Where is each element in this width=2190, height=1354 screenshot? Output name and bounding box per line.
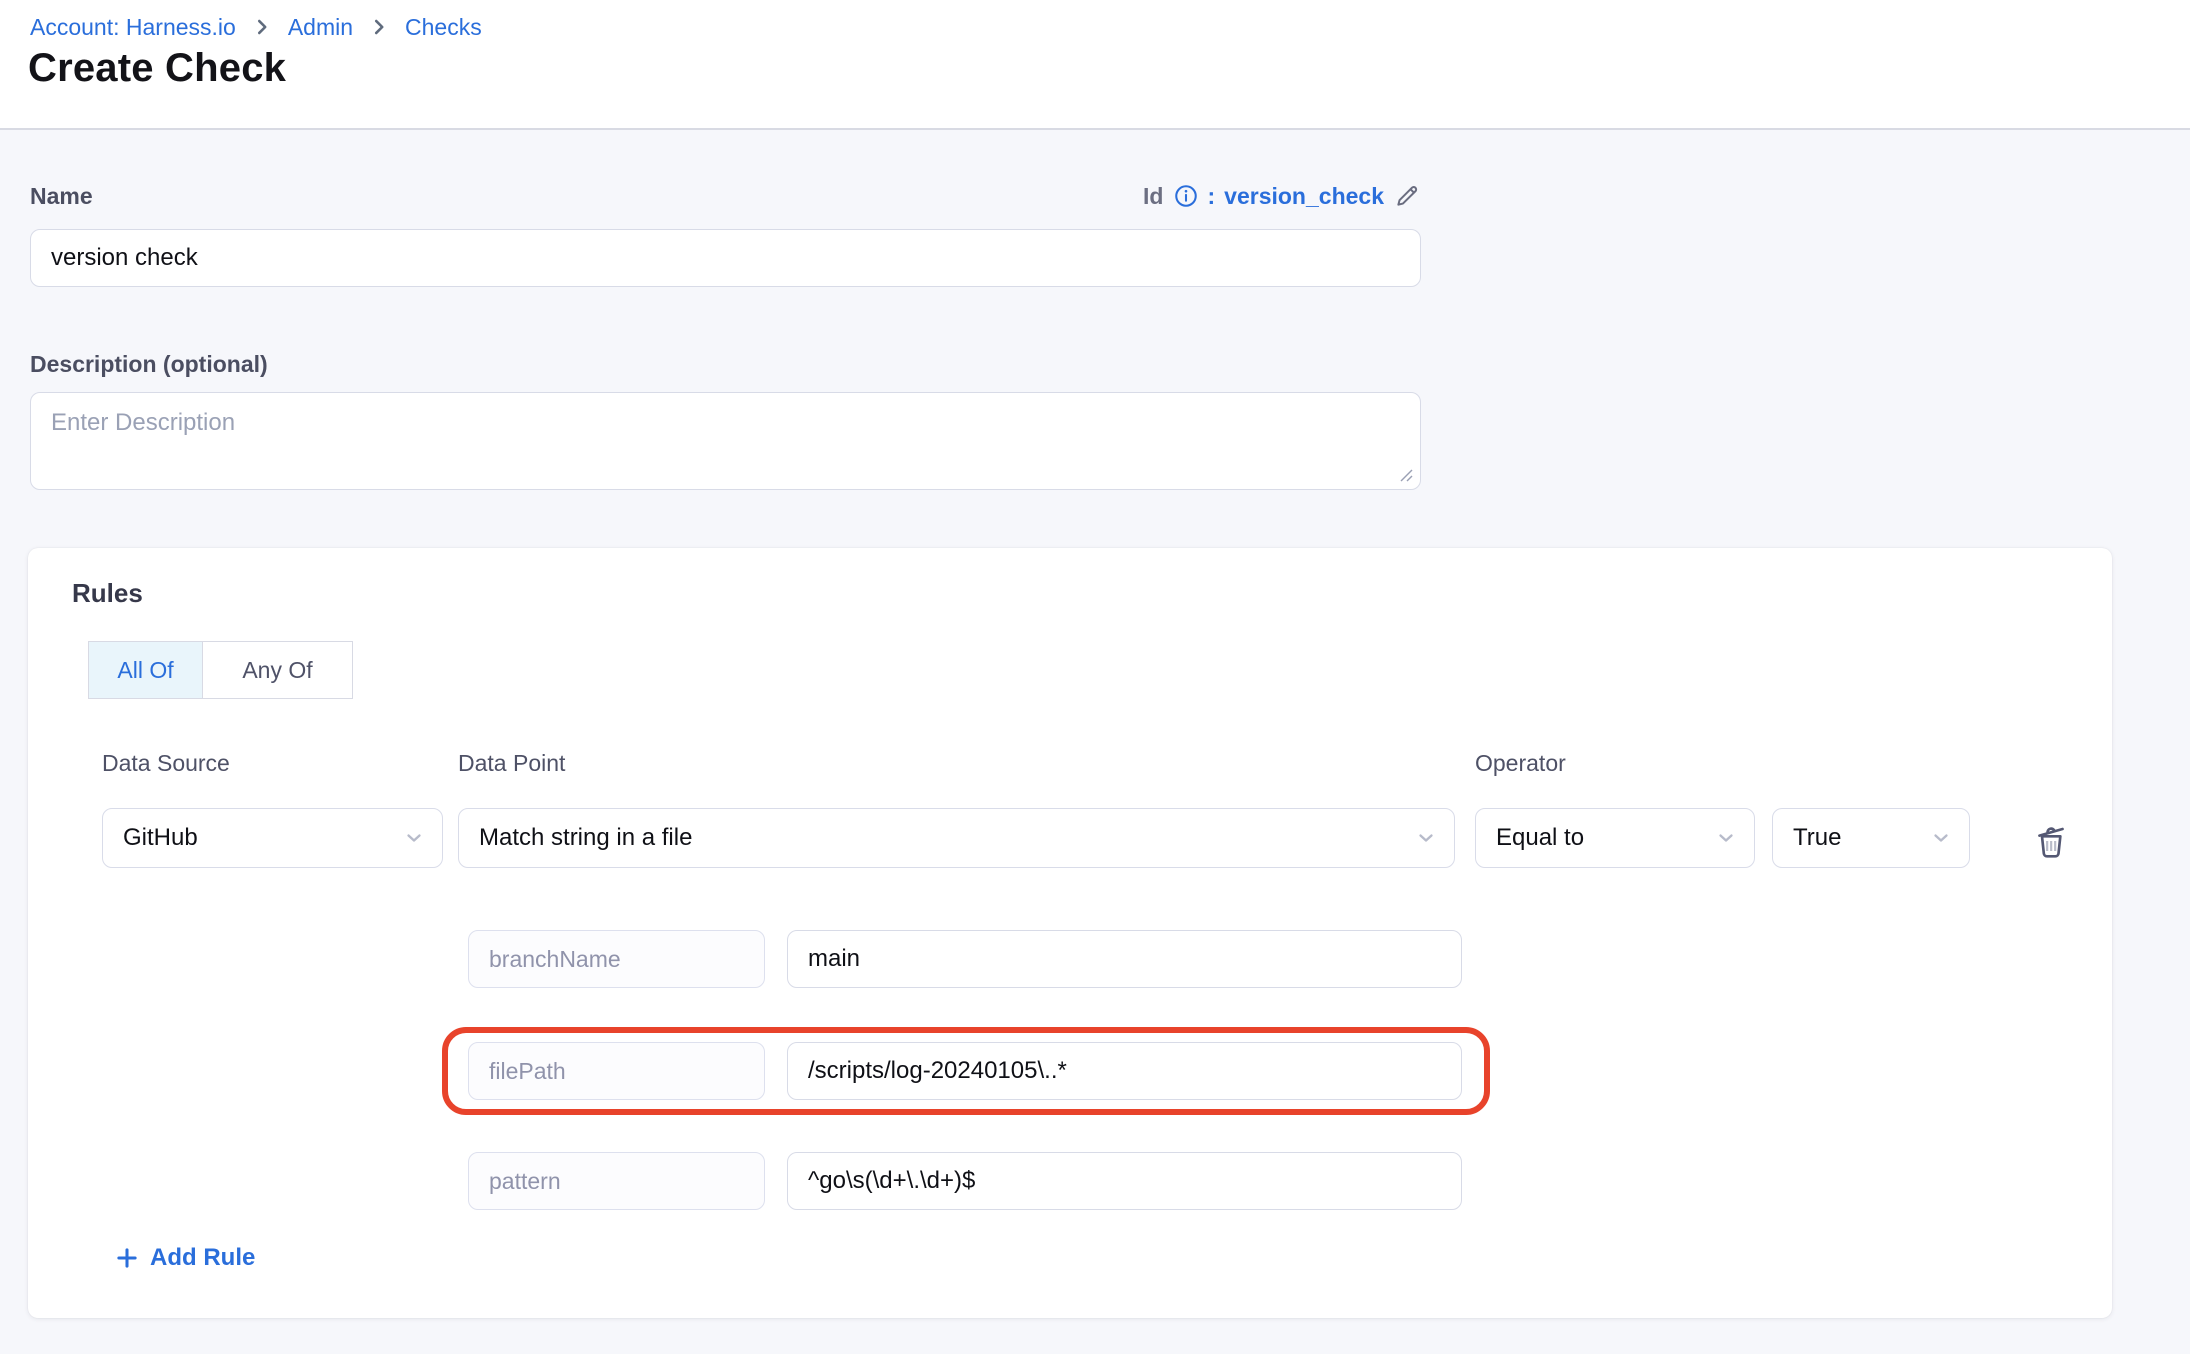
id-value-link[interactable]: version_check — [1224, 183, 1384, 210]
operator-value: Equal to — [1496, 824, 1584, 852]
param-key-pattern: pattern — [468, 1152, 765, 1210]
description-label: Description (optional) — [30, 351, 268, 378]
rules-match-toggle: All Of Any Of — [88, 641, 353, 699]
toggle-any-of[interactable]: Any Of — [203, 642, 352, 698]
breadcrumb-link-checks[interactable]: Checks — [405, 12, 482, 42]
data-point-value: Match string in a file — [479, 824, 692, 852]
param-value-pattern[interactable] — [787, 1152, 1462, 1210]
description-textarea[interactable] — [30, 392, 1421, 490]
chevron-down-icon — [402, 826, 426, 850]
plus-icon — [114, 1245, 140, 1271]
add-rule-label: Add Rule — [150, 1244, 255, 1272]
breadcrumb-link-account[interactable]: Account: Harness.io — [30, 12, 236, 42]
param-value-filepath[interactable] — [787, 1042, 1462, 1100]
data-source-label: Data Source — [102, 750, 230, 777]
edit-pencil-icon[interactable] — [1393, 182, 1421, 210]
chevron-down-icon — [1414, 826, 1438, 850]
add-rule-button[interactable]: Add Rule — [114, 1244, 255, 1272]
id-display: Id : version_check — [1143, 182, 1421, 210]
page-header: Account: Harness.io Admin Checks Create … — [0, 0, 2190, 130]
data-source-select[interactable]: GitHub — [102, 808, 443, 868]
breadcrumb-link-admin[interactable]: Admin — [288, 12, 353, 42]
trash-icon — [2031, 821, 2071, 861]
create-check-page: Account: Harness.io Admin Checks Create … — [0, 0, 2190, 1354]
operator-expected-value: True — [1793, 824, 1841, 852]
info-icon[interactable] — [1173, 183, 1199, 209]
operator-label: Operator — [1475, 750, 1566, 777]
page-title: Create Check — [28, 46, 286, 91]
name-label: Name — [30, 183, 93, 210]
description-field — [30, 392, 1421, 490]
id-label: Id — [1143, 183, 1163, 210]
data-point-label: Data Point — [458, 750, 565, 777]
rules-card: Rules All Of Any Of Data Source Data Poi… — [28, 548, 2112, 1318]
param-key-filepath: filePath — [468, 1042, 765, 1100]
delete-rule-button[interactable] — [2028, 818, 2074, 864]
chevron-right-icon — [368, 16, 390, 38]
operator-select[interactable]: Equal to — [1475, 808, 1755, 868]
name-id-row: Name Id : version_check — [30, 182, 1421, 210]
data-point-select[interactable]: Match string in a file — [458, 808, 1455, 868]
data-source-value: GitHub — [123, 824, 198, 852]
toggle-all-of[interactable]: All Of — [89, 642, 203, 698]
breadcrumb: Account: Harness.io Admin Checks — [30, 12, 482, 42]
chevron-right-icon — [251, 16, 273, 38]
id-separator: : — [1208, 183, 1216, 210]
page-content: Name Id : version_check Description (opt… — [0, 130, 2190, 1354]
chevron-down-icon — [1929, 826, 1953, 850]
param-value-branchname[interactable] — [787, 930, 1462, 988]
chevron-down-icon — [1714, 826, 1738, 850]
param-key-branchname: branchName — [468, 930, 765, 988]
rules-title: Rules — [72, 578, 143, 609]
resize-grip-icon[interactable] — [1398, 467, 1414, 483]
operator-value-select[interactable]: True — [1772, 808, 1970, 868]
name-input[interactable] — [30, 229, 1421, 287]
